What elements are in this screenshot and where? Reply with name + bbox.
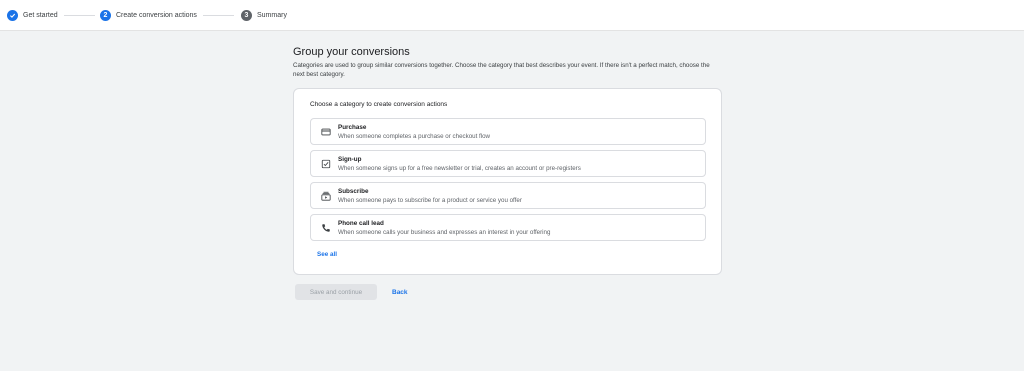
step-connector xyxy=(203,15,234,16)
option-title: Phone call lead xyxy=(338,220,384,227)
page-title: Group your conversions xyxy=(293,46,410,58)
step-label: Create conversion actions xyxy=(116,12,197,19)
step-label: Summary xyxy=(257,12,287,19)
card-heading: Choose a category to create conversion a… xyxy=(310,101,448,108)
option-description: When someone completes a purchase or che… xyxy=(338,133,491,140)
step-summary[interactable]: 3 Summary xyxy=(241,0,287,31)
stepper: Get started 2 Create conversion actions … xyxy=(0,0,1024,31)
step-get-started[interactable]: Get started xyxy=(7,0,58,31)
category-option-phone-call-lead[interactable]: Phone call lead When someone calls your … xyxy=(310,214,706,241)
back-button[interactable]: Back xyxy=(392,284,408,300)
option-title: Subscribe xyxy=(338,188,369,195)
see-all-link[interactable]: See all xyxy=(317,251,337,258)
save-and-continue-button[interactable]: Save and continue xyxy=(295,284,377,300)
option-description: When someone pays to subscribe for a pro… xyxy=(338,197,522,204)
step-number: 3 xyxy=(241,10,252,21)
step-create-conversion-actions[interactable]: 2 Create conversion actions xyxy=(100,0,197,31)
category-option-subscribe[interactable]: Subscribe When someone pays to subscribe… xyxy=(310,182,706,209)
category-card: Choose a category to create conversion a… xyxy=(293,88,722,275)
category-option-purchase[interactable]: Purchase When someone completes a purcha… xyxy=(310,118,706,145)
option-title: Sign-up xyxy=(338,156,362,163)
option-description: When someone signs up for a free newslet… xyxy=(338,165,581,172)
phone-icon xyxy=(322,224,330,232)
step-number: 2 xyxy=(100,10,111,21)
step-connector xyxy=(64,15,95,16)
credit-card-icon xyxy=(321,128,331,136)
step-label: Get started xyxy=(23,12,58,19)
check-icon xyxy=(7,10,18,21)
checkbox-icon xyxy=(321,159,331,169)
option-description: When someone calls your business and exp… xyxy=(338,229,551,236)
option-title: Purchase xyxy=(338,124,367,131)
subscriptions-icon xyxy=(321,191,331,201)
category-option-sign-up[interactable]: Sign-up When someone signs up for a free… xyxy=(310,150,706,177)
page-description: Categories are used to group similar con… xyxy=(293,62,710,78)
